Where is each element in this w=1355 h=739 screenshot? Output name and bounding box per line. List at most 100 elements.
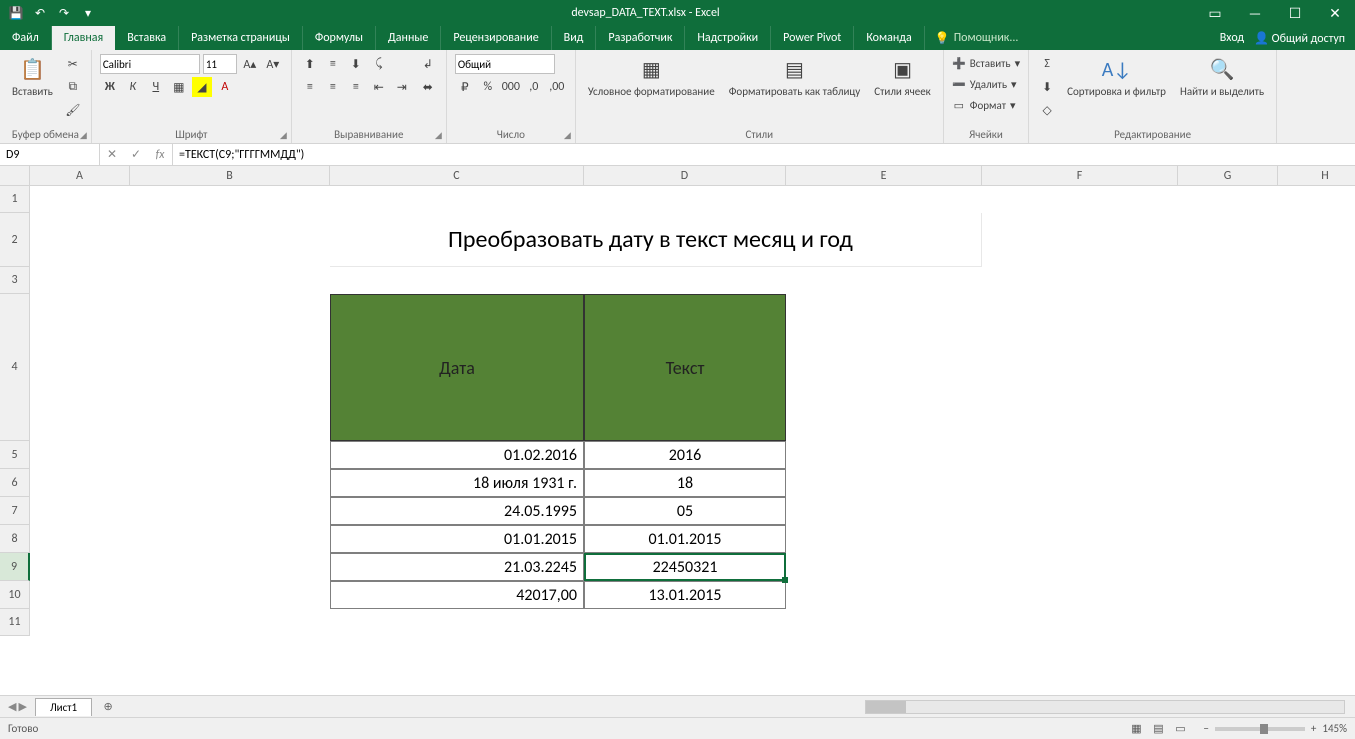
align-right-icon[interactable]: ≡	[346, 77, 366, 97]
ribbon-options-icon[interactable]: ▭	[1195, 0, 1235, 26]
view-layout-icon[interactable]: ▤	[1149, 722, 1167, 735]
zoom-level[interactable]: 145%	[1322, 722, 1347, 735]
percent-icon[interactable]: %	[478, 77, 498, 97]
col-header[interactable]: H	[1278, 166, 1355, 186]
format-as-table-button[interactable]: ▤Форматировать как таблицу	[725, 54, 865, 100]
view-normal-icon[interactable]: ▦	[1127, 722, 1145, 735]
sort-filter-button[interactable]: A↓Сортировка и фильтр	[1063, 54, 1170, 100]
column-headers[interactable]: ABCDEFGH	[30, 166, 1355, 186]
sheet-title[interactable]: Преобразовать дату в текст месяц и год	[330, 213, 982, 267]
table-cell-text[interactable]: 01.01.2015	[584, 525, 786, 553]
find-select-button[interactable]: 🔍Найти и выделить	[1176, 54, 1268, 100]
row-header[interactable]: 4	[0, 294, 30, 441]
cut-icon[interactable]: ✂	[63, 54, 83, 74]
fill-handle[interactable]	[782, 577, 788, 583]
share-button[interactable]: 👤 Общий доступ	[1254, 31, 1345, 46]
cell-styles-button[interactable]: ▣Стили ячеек	[870, 54, 935, 100]
undo-icon[interactable]: ↶	[32, 5, 48, 21]
col-header[interactable]: E	[786, 166, 982, 186]
row-header[interactable]: 9	[0, 553, 30, 581]
align-left-icon[interactable]: ≡	[300, 77, 320, 97]
sheet-nav-next-icon[interactable]: ▶	[18, 700, 26, 713]
align-center-icon[interactable]: ≡	[323, 77, 343, 97]
row-header[interactable]: 11	[0, 609, 30, 636]
wrap-text-icon[interactable]: ↲	[418, 54, 438, 74]
row-header[interactable]: 2	[0, 213, 30, 267]
table-cell-text[interactable]: 2016	[584, 441, 786, 469]
zoom-slider[interactable]	[1215, 727, 1305, 731]
tab-file[interactable]: Файл	[0, 26, 52, 50]
tab-developer[interactable]: Разработчик	[596, 26, 685, 50]
col-header[interactable]: G	[1178, 166, 1278, 186]
col-header[interactable]: C	[330, 166, 584, 186]
save-icon[interactable]: 💾	[8, 5, 24, 21]
row-header[interactable]: 10	[0, 581, 30, 609]
delete-cells-button[interactable]: ➖Удалить ▾	[952, 75, 1020, 93]
table-cell-text[interactable]: 05	[584, 497, 786, 525]
name-box[interactable]	[0, 144, 100, 165]
zoom-out-icon[interactable]: −	[1203, 722, 1208, 735]
shrink-font-icon[interactable]: A▾	[263, 54, 283, 74]
tab-review[interactable]: Рецензирование	[441, 26, 551, 50]
tab-formulas[interactable]: Формулы	[303, 26, 376, 50]
tab-view[interactable]: Вид	[552, 26, 597, 50]
font-name-select[interactable]	[100, 54, 200, 74]
tab-team[interactable]: Команда	[854, 26, 924, 50]
tab-addins[interactable]: Надстройки	[685, 26, 771, 50]
table-cell-text[interactable]: 13.01.2015	[584, 581, 786, 609]
add-sheet-icon[interactable]: ⊕	[98, 697, 118, 717]
alignment-launcher-icon[interactable]: ◢	[435, 130, 442, 141]
fill-icon[interactable]: ⬇	[1037, 77, 1057, 97]
bold-button[interactable]: Ж	[100, 77, 120, 97]
select-all-corner[interactable]	[0, 166, 30, 186]
font-launcher-icon[interactable]: ◢	[280, 130, 287, 141]
format-painter-icon[interactable]: 🖌	[63, 100, 83, 120]
align-bottom-icon[interactable]: ⬇	[346, 54, 366, 74]
align-top-icon[interactable]: ⬆	[300, 54, 320, 74]
confirm-formula-icon[interactable]: ✓	[124, 147, 148, 162]
align-middle-icon[interactable]: ≡	[323, 54, 343, 74]
table-cell-date[interactable]: 01.01.2015	[330, 525, 584, 553]
redo-icon[interactable]: ↷	[56, 5, 72, 21]
indent-inc-icon[interactable]: ⇥	[392, 77, 412, 97]
paste-button[interactable]: 📋 Вставить	[8, 54, 57, 100]
tell-me[interactable]: 💡 Помощник...	[925, 26, 1029, 50]
table-cell-date[interactable]: 42017,00	[330, 581, 584, 609]
col-header[interactable]: D	[584, 166, 786, 186]
copy-icon[interactable]: ⧉	[63, 77, 83, 97]
col-header[interactable]: B	[130, 166, 330, 186]
table-cell-date[interactable]: 21.03.2245	[330, 553, 584, 581]
sheet-nav-prev-icon[interactable]: ◀	[8, 700, 16, 713]
row-header[interactable]: 1	[0, 186, 30, 213]
tab-powerpivot[interactable]: Power Pivot	[771, 26, 854, 50]
table-cell-text[interactable]: 18	[584, 469, 786, 497]
sheet-tab[interactable]: Лист1	[35, 698, 92, 716]
currency-icon[interactable]: ₽	[455, 77, 475, 97]
spreadsheet-grid[interactable]: ABCDEFGH 1234567891011 Преобразовать дат…	[0, 166, 1355, 695]
row-header[interactable]: 8	[0, 525, 30, 553]
table-cell-date[interactable]: 24.05.1995	[330, 497, 584, 525]
table-cell-date[interactable]: 01.02.2016	[330, 441, 584, 469]
row-header[interactable]: 7	[0, 497, 30, 525]
qat-more-icon[interactable]: ▾	[80, 5, 96, 21]
col-header[interactable]: A	[30, 166, 130, 186]
col-header[interactable]: F	[982, 166, 1178, 186]
autosum-icon[interactable]: Σ	[1037, 54, 1057, 74]
tab-data[interactable]: Данные	[376, 26, 441, 50]
table-header-text[interactable]: Текст	[584, 294, 786, 441]
row-header[interactable]: 5	[0, 441, 30, 469]
table-cell-text[interactable]: 22450321	[584, 553, 786, 581]
underline-button[interactable]: Ч	[146, 77, 166, 97]
thousands-icon[interactable]: 000	[501, 77, 521, 97]
tab-insert[interactable]: Вставка	[115, 26, 179, 50]
clipboard-launcher-icon[interactable]: ◢	[80, 130, 87, 141]
dec-decimal-icon[interactable]: ,00	[547, 77, 567, 97]
clear-icon[interactable]: ◇	[1037, 100, 1057, 120]
tab-home[interactable]: Главная	[52, 26, 115, 50]
row-headers[interactable]: 1234567891011	[0, 186, 30, 636]
formula-input[interactable]	[179, 148, 1349, 162]
number-format-select[interactable]	[455, 54, 555, 74]
cancel-formula-icon[interactable]: ✕	[100, 147, 124, 162]
row-header[interactable]: 6	[0, 469, 30, 497]
borders-icon[interactable]: ▦	[169, 77, 189, 97]
